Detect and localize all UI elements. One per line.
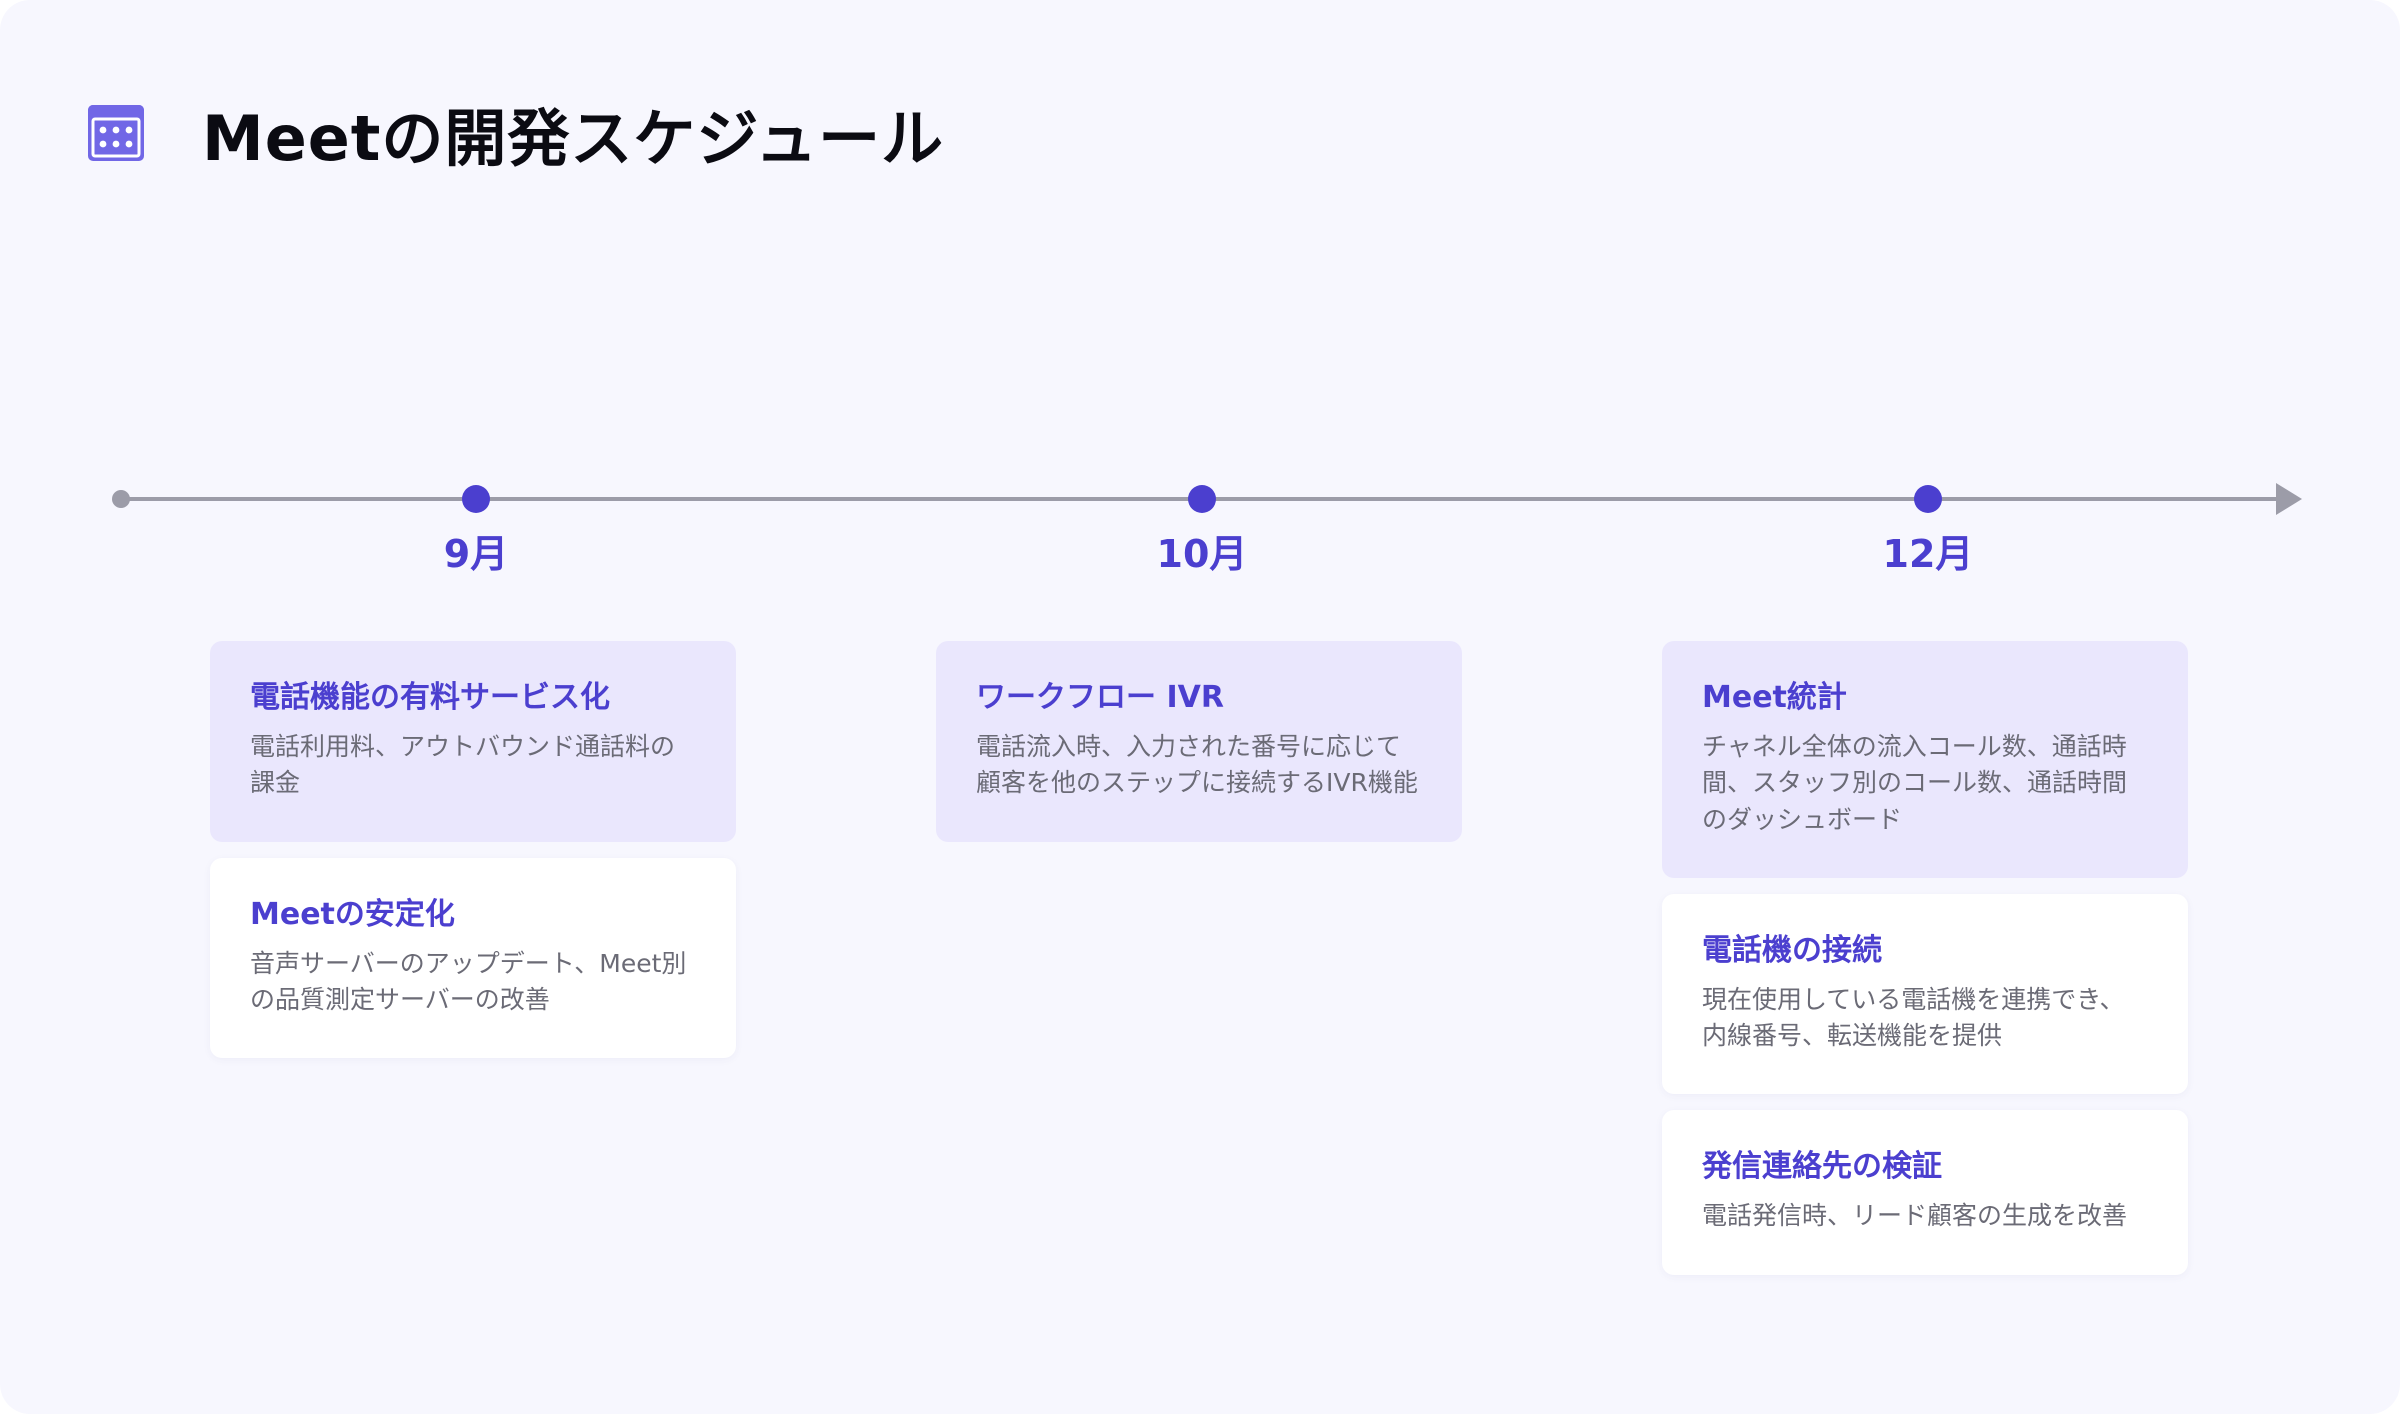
feature-card: 発信連絡先の検証 電話発信時、リード顧客の生成を改善 <box>1662 1110 2188 1275</box>
calendar-icon <box>88 104 144 161</box>
milestone-cards: ワークフロー IVR 電話流入時、入力された番号に応じて顧客を他のステップに接続… <box>936 641 1462 858</box>
feature-card: ワークフロー IVR 電話流入時、入力された番号に応じて顧客を他のステップに接続… <box>936 641 1462 842</box>
feature-card: 電話機の接続 現在使用している電話機を連携でき、内線番号、転送機能を提供 <box>1662 893 2188 1095</box>
milestone-cards: Meet統計 チャネル全体の流入コール数、通話時間、スタッフ別のコール数、通話時… <box>1662 641 2188 1291</box>
feature-card-description: 音声サーバーのアップデート、Meet別の品質測定サーバーの改善 <box>250 948 687 1014</box>
feature-card-title: 電話機能の有料サービス化 <box>250 680 610 715</box>
milestone-month: 12月 <box>1882 532 1974 576</box>
feature-card: Meetの安定化 音声サーバーのアップデート、Meet別の品質測定サーバーの改善 <box>210 857 736 1058</box>
timeline-arrow-icon <box>2276 483 2302 515</box>
milestone-month: 9月 <box>443 532 509 576</box>
feature-card-title: 発信連絡先の検証 <box>1702 1149 1942 1185</box>
feature-card-description: 電話利用料、アウトバウンド通話料の課金 <box>250 732 676 798</box>
milestone-cards: 電話機能の有料サービス化 電話利用料、アウトバウンド通話料の課金 Meetの安定… <box>210 641 736 1074</box>
feature-card-description: 現在使用している電話機を連携でき、内線番号、転送機能を提供 <box>1702 984 2125 1050</box>
milestone-dot <box>1188 485 1216 513</box>
feature-card-description: 電話発信時、リード顧客の生成を改善 <box>1702 1201 2128 1231</box>
feature-card-title: 電話機の接続 <box>1702 932 1882 968</box>
feature-card-description: チャネル全体の流入コール数、通話時間、スタッフ別のコール数、通話時間のダッシュボ… <box>1702 732 2128 834</box>
milestone-dot <box>462 485 490 513</box>
feature-card-title: Meetの安定化 <box>250 896 455 932</box>
feature-card-description: 電話流入時、入力された番号に応じて顧客を他のステップに接続するIVR機能 <box>976 732 1418 798</box>
header: Meetの開発スケジュール <box>86 80 944 185</box>
feature-card-title: ワークフロー IVR <box>976 680 1224 715</box>
slide: Meetの開発スケジュール 9月 電話機能の有料サービス化 電話利用料、アウトバ… <box>0 0 2400 1414</box>
page-title: Meetの開発スケジュール <box>202 101 945 175</box>
feature-card: Meet統計 チャネル全体の流入コール数、通話時間、スタッフ別のコール数、通話時… <box>1662 641 2188 878</box>
timeline-start-dot <box>112 490 130 508</box>
milestone-dot <box>1914 485 1942 513</box>
feature-card: 電話機能の有料サービス化 電話利用料、アウトバウンド通話料の課金 <box>210 641 736 842</box>
feature-card-title: Meet統計 <box>1702 680 1847 715</box>
milestone-month: 10月 <box>1156 532 1248 576</box>
